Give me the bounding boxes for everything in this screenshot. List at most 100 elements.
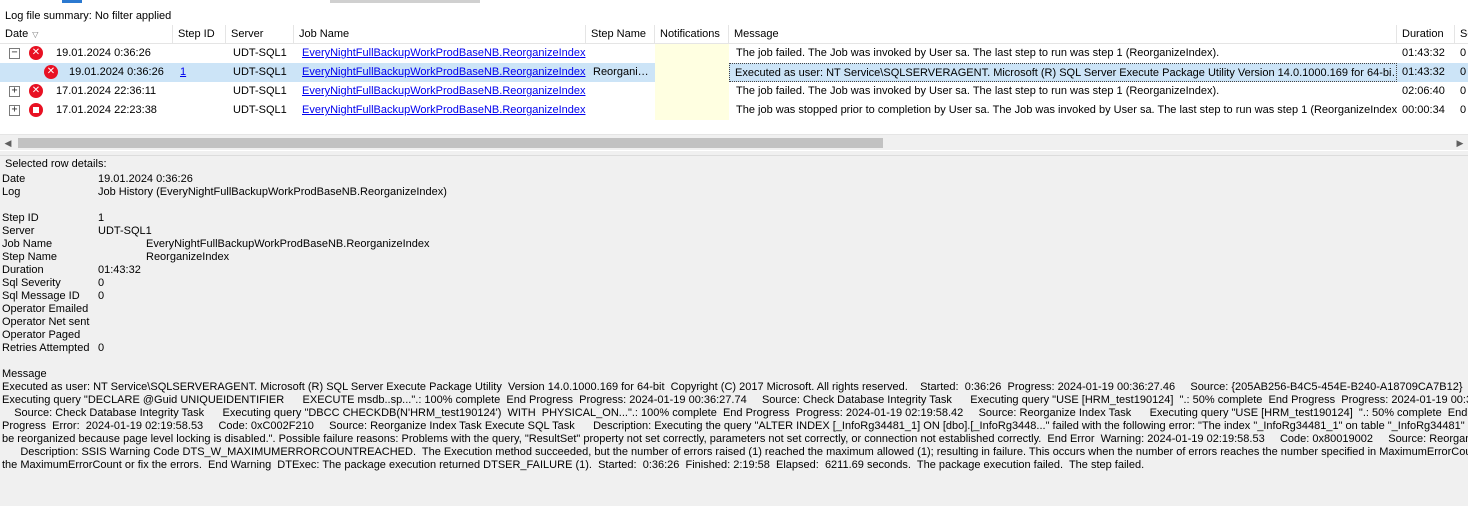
row-duration: 00:00:34 <box>1402 104 1445 116</box>
row-date: 17.01.2024 22:36:11 <box>56 85 157 97</box>
log-summary-label: Log file summary: No filter applied <box>5 10 172 22</box>
detail-value-job-name: EveryNightFullBackupWorkProdBaseNB.Reorg… <box>146 238 430 250</box>
row-notifications <box>655 101 729 120</box>
col-header-sql-severity[interactable]: Sq <box>1455 25 1468 44</box>
row-server: UDT-SQL1 <box>233 47 287 59</box>
detail-label-operator-paged: Operator Paged <box>2 329 81 341</box>
detail-message-body: Executed as user: NT Service\SQLSERVERAG… <box>2 381 1468 472</box>
expand-icon[interactable]: + <box>9 86 20 97</box>
row-notifications <box>655 44 729 63</box>
error-icon: ✕ <box>29 46 43 60</box>
message-line: Executing query "DECLARE @Guid UNIQUEIDE… <box>2 394 1468 406</box>
row-step-name <box>588 101 655 120</box>
row-sql-severity: 0 <box>1460 66 1467 78</box>
row-details-panel: Selected row details: Date 19.01.2024 0:… <box>0 156 1468 506</box>
message-line: Executed as user: NT Service\SQLSERVERAG… <box>2 381 1463 393</box>
col-header-job-name[interactable]: Job Name <box>294 25 586 44</box>
sort-desc-icon: ▽ <box>32 30 39 39</box>
message-line: the MaximumErrorCount or fix the errors.… <box>2 459 1145 471</box>
col-header-step-id[interactable]: Step ID <box>173 25 226 44</box>
row-message: Executed as user: NT Service\SQLSERVERAG… <box>729 63 1397 82</box>
message-line: Source: Check Database Integrity Task Ex… <box>2 407 1468 419</box>
row-duration: 02:06:40 <box>1402 85 1445 97</box>
row-server: UDT-SQL1 <box>233 85 287 97</box>
detail-value-date: 19.01.2024 0:36:26 <box>98 173 193 185</box>
detail-value-sql-severity: 0 <box>98 277 105 289</box>
error-icon: ✕ <box>44 65 58 79</box>
row-date: 19.01.2024 0:36:26 <box>56 47 151 59</box>
row-step-id <box>173 101 226 120</box>
row-job-name[interactable]: EveryNightFullBackupWorkProdBaseNB.Reorg… <box>297 63 586 82</box>
row-duration: 01:43:32 <box>1402 47 1445 59</box>
scroll-left-icon[interactable]: ◀ <box>0 135 16 151</box>
row-date: 19.01.2024 0:36:26 <box>69 66 164 78</box>
error-icon: ✕ <box>29 84 43 98</box>
row-step-name: Reorgani… <box>593 66 649 78</box>
message-line: Progress Error: 2024-01-19 02:19:58.53 C… <box>2 420 1468 432</box>
expand-icon[interactable]: + <box>9 105 20 116</box>
top-strip <box>0 0 1468 6</box>
row-sql-severity: 0 <box>1460 104 1467 116</box>
detail-label-date: Date <box>2 173 26 185</box>
table-row[interactable]: − ✕ 19.01.2024 0:36:26 UDT-SQL1 EveryNig… <box>0 44 1468 63</box>
detail-label-operator-emailed: Operator Emailed <box>2 303 89 315</box>
detail-label-operator-net-sent: Operator Net sent <box>2 316 90 328</box>
grid-header: Date ▽ Step ID Server Job Name Step Name … <box>0 25 1468 44</box>
detail-value-log: Job History (EveryNightFullBackupWorkPro… <box>98 186 447 198</box>
row-duration: 01:43:32 <box>1402 66 1445 78</box>
detail-label-sql-message-id: Sql Message ID <box>2 290 80 302</box>
col-header-date-label: Date <box>5 28 29 40</box>
message-line: be reorganized because page level lockin… <box>2 433 1468 445</box>
row-step-id <box>173 82 226 101</box>
row-step-name <box>588 44 655 63</box>
col-header-message[interactable]: Message <box>729 25 1397 44</box>
step-id-link[interactable]: 1 <box>180 66 186 78</box>
job-name-link[interactable]: EveryNightFullBackupWorkProdBaseNB.Reorg… <box>302 85 586 97</box>
row-message: The job failed. The Job was invoked by U… <box>736 47 1220 59</box>
details-heading: Selected row details: <box>5 158 107 170</box>
detail-value-server: UDT-SQL1 <box>98 225 152 237</box>
detail-value-step-id: 1 <box>98 212 105 224</box>
horizontal-scrollbar[interactable]: ◀ ▶ <box>0 134 1468 150</box>
detail-label-duration: Duration <box>2 264 44 276</box>
message-line: Description: SSIS Warning Code DTS_W_MAX… <box>2 446 1468 458</box>
row-job-name[interactable]: EveryNightFullBackupWorkProdBaseNB.Reorg… <box>297 101 586 120</box>
col-header-date[interactable]: Date ▽ <box>0 25 173 44</box>
detail-label-message: Message <box>2 368 47 380</box>
detail-label-retries-attempted: Retries Attempted <box>2 342 90 354</box>
scroll-right-icon[interactable]: ▶ <box>1452 135 1468 151</box>
table-row[interactable]: + 17.01.2024 22:23:38 UDT-SQL1 EveryNigh… <box>0 101 1468 120</box>
detail-label-log: Log <box>2 186 21 198</box>
col-header-step-name[interactable]: Step Name <box>586 25 655 44</box>
collapse-icon[interactable]: − <box>9 48 20 59</box>
detail-label-sql-severity: Sql Severity <box>2 277 61 289</box>
job-name-link[interactable]: EveryNightFullBackupWorkProdBaseNB.Reorg… <box>302 104 586 116</box>
row-notifications <box>655 63 729 82</box>
row-server: UDT-SQL1 <box>233 104 287 116</box>
row-sql-severity: 0 <box>1460 85 1467 97</box>
row-notifications <box>655 82 729 101</box>
col-header-duration[interactable]: Duration <box>1397 25 1455 44</box>
detail-label-job-name: Job Name <box>2 238 53 250</box>
detail-label-step-id: Step ID <box>2 212 39 224</box>
scrollbar-thumb[interactable] <box>18 138 883 148</box>
col-header-server[interactable]: Server <box>226 25 294 44</box>
job-name-link[interactable]: EveryNightFullBackupWorkProdBaseNB.Reorg… <box>302 66 586 78</box>
job-name-link[interactable]: EveryNightFullBackupWorkProdBaseNB.Reorg… <box>302 47 586 59</box>
row-step-id <box>173 44 226 63</box>
table-row-selected[interactable]: ✕ 19.01.2024 0:36:26 1 UDT-SQL1 EveryNig… <box>0 63 1468 82</box>
row-job-name[interactable]: EveryNightFullBackupWorkProdBaseNB.Reorg… <box>297 82 586 101</box>
row-step-id[interactable]: 1 <box>175 63 226 82</box>
detail-label-step-name: Step Name <box>2 251 58 263</box>
detail-value-sql-message-id: 0 <box>98 290 105 302</box>
row-message: The job failed. The Job was invoked by U… <box>736 85 1220 97</box>
log-grid[interactable]: Date ▽ Step ID Server Job Name Step Name … <box>0 25 1468 150</box>
row-date: 17.01.2024 22:23:38 <box>56 104 157 116</box>
col-header-notifications[interactable]: Notifications <box>655 25 729 44</box>
row-step-name <box>588 82 655 101</box>
table-row[interactable]: + ✕ 17.01.2024 22:36:11 UDT-SQL1 EveryNi… <box>0 82 1468 101</box>
row-job-name[interactable]: EveryNightFullBackupWorkProdBaseNB.Reorg… <box>297 44 586 63</box>
detail-value-retries-attempted: 0 <box>98 342 105 354</box>
row-message: The job was stopped prior to completion … <box>736 104 1397 116</box>
row-server: UDT-SQL1 <box>233 66 287 78</box>
